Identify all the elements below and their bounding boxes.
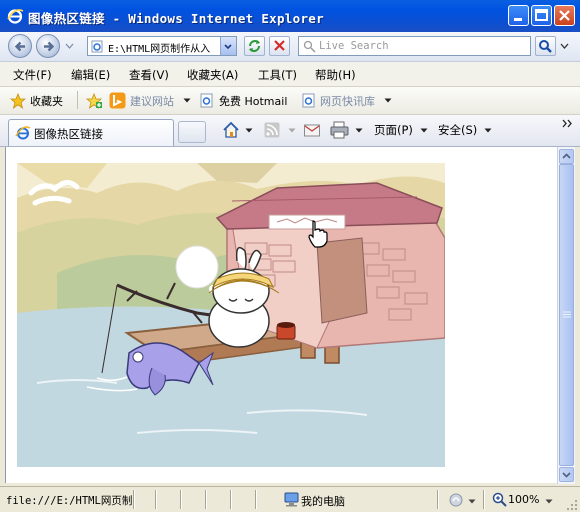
- search-go-button[interactable]: [535, 36, 556, 56]
- favorites-bar: 收藏夹 建议网站 免费 Hotmail 网页快讯库: [0, 87, 580, 115]
- read-mail-icon[interactable]: [304, 123, 320, 137]
- status-separator: [230, 490, 231, 509]
- status-separator: [483, 490, 484, 509]
- address-toolbar: E:\HTML网页制作从入 Live Search: [0, 32, 580, 62]
- refresh-button[interactable]: [244, 36, 265, 56]
- maximize-button[interactable]: [531, 5, 552, 26]
- chevron-down-icon[interactable]: [484, 128, 492, 134]
- magnifier-icon: [539, 40, 552, 53]
- favorites-star-icon: [10, 93, 26, 109]
- chevron-up-icon: [562, 153, 571, 159]
- menu-tools[interactable]: 工具(T): [258, 67, 297, 83]
- page-content: [5, 147, 558, 483]
- ie-logo-icon: [7, 9, 24, 24]
- chevron-down-icon[interactable]: [355, 128, 363, 134]
- zoom-level[interactable]: 100%: [508, 493, 539, 506]
- suggested-sites-link[interactable]: 建议网站: [130, 93, 174, 109]
- zoom-icon[interactable]: [492, 492, 507, 507]
- minimize-button[interactable]: [508, 5, 529, 26]
- new-tab-button[interactable]: [178, 121, 206, 143]
- chevron-down-icon[interactable]: [468, 499, 476, 505]
- grip-icon: [563, 311, 571, 318]
- print-icon[interactable]: [330, 121, 349, 139]
- illustration-fishing-rabbit: [17, 163, 446, 467]
- close-button[interactable]: [554, 5, 575, 26]
- my-computer-icon: [284, 492, 299, 507]
- status-separator: [205, 490, 206, 509]
- back-button[interactable]: [8, 34, 32, 58]
- toolbar-overflow-icon[interactable]: [562, 119, 574, 129]
- add-favorites-icon[interactable]: [86, 93, 103, 109]
- chevron-down-icon: [562, 472, 571, 478]
- search-icon: [303, 40, 316, 53]
- tab-row: 图像热区链接 页面(P) 安全(S): [0, 115, 580, 147]
- chevron-down-icon[interactable]: [420, 128, 428, 134]
- maximize-icon: [535, 9, 548, 21]
- page-ie-icon: [302, 93, 315, 108]
- forward-arrow-icon: [44, 41, 55, 52]
- history-dropdown-icon[interactable]: [65, 43, 74, 49]
- bing-icon: [109, 92, 126, 109]
- refresh-icon: [249, 40, 260, 52]
- status-url: file:///E:/HTML网页制: [6, 495, 133, 507]
- protected-mode-icon[interactable]: [448, 492, 464, 508]
- window-title: 图像热区链接 - Windows Internet Explorer: [28, 11, 324, 26]
- tab-image-hotspot[interactable]: 图像热区链接: [8, 119, 174, 146]
- scroll-down-button[interactable]: [559, 467, 574, 482]
- chevron-down-icon[interactable]: [183, 98, 191, 104]
- favbar-separator: [77, 91, 78, 109]
- chevron-down-icon[interactable]: [288, 128, 296, 134]
- hotspot-image[interactable]: [17, 163, 446, 467]
- search-options-icon[interactable]: [560, 43, 569, 49]
- home-icon[interactable]: [222, 121, 240, 139]
- forward-button[interactable]: [36, 34, 60, 58]
- address-text: E:\HTML网页制作从入: [108, 44, 211, 55]
- chevron-down-icon[interactable]: [384, 98, 392, 104]
- vertical-scrollbar[interactable]: [557, 147, 575, 484]
- chevron-down-icon[interactable]: [545, 499, 553, 505]
- menu-bar: 文件(F) 编辑(E) 查看(V) 收藏夹(A) 工具(T) 帮助(H): [0, 62, 580, 87]
- minimize-icon: [514, 18, 522, 21]
- tab-label: 图像热区链接: [34, 127, 103, 141]
- favorites-button[interactable]: 收藏夹: [30, 93, 63, 109]
- page-ie-icon: [91, 40, 103, 53]
- search-input[interactable]: Live Search: [298, 36, 531, 56]
- search-placeholder: Live Search: [319, 40, 389, 52]
- hotmail-link[interactable]: 免费 Hotmail: [219, 93, 287, 109]
- security-zone-label: 我的电脑: [301, 495, 345, 508]
- title-bar[interactable]: 图像热区链接 - Windows Internet Explorer: [0, 0, 580, 32]
- scroll-thumb[interactable]: [559, 164, 574, 466]
- menu-help[interactable]: 帮助(H): [315, 67, 356, 83]
- address-bar[interactable]: E:\HTML网页制作从入: [87, 36, 237, 56]
- status-bar: file:///E:/HTML网页制 我的电脑 100%: [0, 486, 580, 512]
- scroll-up-button[interactable]: [559, 149, 574, 164]
- status-separator: [180, 490, 181, 509]
- safety-menu-button[interactable]: 安全(S): [438, 122, 477, 138]
- resize-grip-icon[interactable]: [566, 499, 578, 511]
- stop-icon: [274, 40, 285, 51]
- status-separator: [255, 490, 256, 509]
- chevron-down-icon[interactable]: [245, 128, 253, 134]
- rss-feed-icon[interactable]: [264, 122, 280, 138]
- web-slice-gallery-link[interactable]: 网页快讯库: [320, 93, 375, 109]
- close-icon: [559, 10, 570, 21]
- status-separator: [133, 490, 134, 509]
- menu-favorites[interactable]: 收藏夹(A): [187, 67, 238, 83]
- status-separator: [155, 490, 156, 509]
- menu-file[interactable]: 文件(F): [13, 67, 52, 83]
- chevron-down-icon: [224, 44, 232, 50]
- address-dropdown-button[interactable]: [220, 37, 236, 55]
- browser-window: 图像热区链接 - Windows Internet Explorer E:\HT…: [0, 0, 580, 512]
- page-menu-button[interactable]: 页面(P): [374, 122, 413, 138]
- status-separator: [437, 490, 438, 509]
- stop-button[interactable]: [269, 36, 290, 56]
- menu-edit[interactable]: 编辑(E): [71, 67, 110, 83]
- page-ie-icon: [200, 93, 213, 108]
- ie-page-icon: [15, 126, 31, 140]
- back-arrow-icon: [14, 41, 25, 52]
- menu-view[interactable]: 查看(V): [129, 67, 169, 83]
